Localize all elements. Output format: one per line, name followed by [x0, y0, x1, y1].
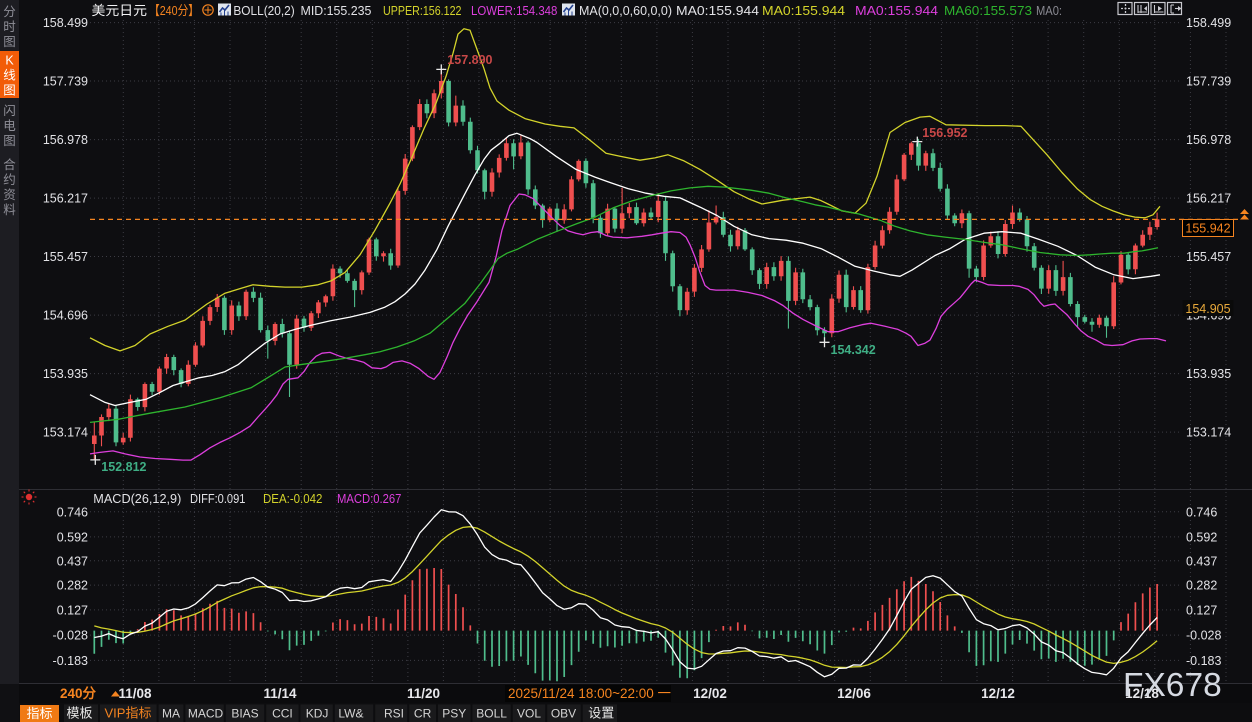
svg-text:0.127: 0.127 — [1186, 603, 1217, 617]
svg-text:155.457: 155.457 — [43, 250, 88, 264]
svg-text:闪: 闪 — [3, 104, 16, 118]
svg-text:240分: 240分 — [60, 686, 97, 701]
svg-text:0.746: 0.746 — [57, 505, 88, 519]
svg-text:MACD(26,12,9): MACD(26,12,9) — [93, 491, 181, 506]
svg-text:分: 分 — [3, 5, 16, 19]
svg-text:-0.028: -0.028 — [53, 629, 88, 643]
svg-text:157.739: 157.739 — [43, 75, 88, 89]
svg-text:0.592: 0.592 — [57, 530, 88, 544]
svg-text:KDJ: KDJ — [306, 707, 329, 721]
svg-text:设置: 设置 — [588, 706, 614, 721]
svg-text:154.905: 154.905 — [1185, 302, 1230, 316]
svg-text:【240分】: 【240分】 — [149, 3, 199, 18]
svg-text:CCI: CCI — [272, 707, 293, 721]
svg-text:11/08: 11/08 — [118, 686, 152, 701]
svg-text:K: K — [5, 54, 14, 68]
svg-text:指标: 指标 — [26, 706, 52, 721]
svg-text:12/12: 12/12 — [981, 686, 1015, 701]
svg-text:约: 约 — [3, 172, 16, 187]
svg-text:154.342: 154.342 — [831, 343, 876, 357]
svg-text:电: 电 — [3, 119, 16, 133]
svg-text:时: 时 — [3, 20, 16, 34]
svg-text:11/14: 11/14 — [263, 686, 297, 701]
svg-text:DIFF:0.091: DIFF:0.091 — [190, 491, 245, 506]
svg-text:156.978: 156.978 — [43, 133, 88, 147]
svg-text:11/20: 11/20 — [407, 686, 440, 701]
svg-text:-0.028: -0.028 — [1186, 629, 1221, 643]
svg-text:0.437: 0.437 — [57, 554, 88, 568]
svg-text:0.127: 0.127 — [57, 603, 88, 617]
svg-text:BIAS: BIAS — [231, 707, 258, 721]
svg-text:156.217: 156.217 — [1186, 192, 1231, 206]
svg-text:OBV: OBV — [551, 707, 576, 721]
svg-text:UPPER:156.122: UPPER:156.122 — [383, 3, 462, 18]
svg-text:BOLL: BOLL — [476, 707, 507, 721]
svg-text:MACD:0.267: MACD:0.267 — [337, 491, 401, 506]
svg-text:模板: 模板 — [66, 706, 92, 721]
svg-text:MA: MA — [162, 707, 180, 721]
svg-text:158.499: 158.499 — [1186, 16, 1231, 30]
svg-text:LOWER:154.348: LOWER:154.348 — [471, 3, 557, 18]
svg-text:图: 图 — [3, 35, 16, 49]
svg-text:152.812: 152.812 — [101, 460, 146, 474]
svg-text:MA0:: MA0: — [1036, 3, 1062, 18]
svg-text:美元日元: 美元日元 — [92, 3, 148, 18]
svg-text:2025/11/24 18:00~22:00 一: 2025/11/24 18:00~22:00 一 — [508, 686, 671, 701]
svg-text:153.935: 153.935 — [1186, 367, 1231, 381]
svg-text:158.499: 158.499 — [43, 16, 88, 30]
svg-text:LW&: LW& — [338, 707, 363, 721]
svg-text:MA0:155.944: MA0:155.944 — [676, 3, 759, 18]
svg-text:155.457: 155.457 — [1186, 250, 1231, 264]
svg-text:0.282: 0.282 — [57, 579, 88, 593]
svg-text:156.217: 156.217 — [43, 192, 88, 206]
svg-text:153.174: 153.174 — [1186, 426, 1231, 440]
svg-text:0.282: 0.282 — [1186, 579, 1217, 593]
svg-text:RSI: RSI — [384, 707, 404, 721]
svg-text:-0.183: -0.183 — [53, 654, 88, 668]
svg-text:PSY: PSY — [442, 707, 466, 721]
svg-text:156.978: 156.978 — [1186, 133, 1231, 147]
svg-text:DEA:-0.042: DEA:-0.042 — [263, 491, 322, 506]
svg-text:0.746: 0.746 — [1186, 505, 1217, 519]
svg-text:MACD: MACD — [188, 707, 224, 721]
svg-text:MA(0,0,0,60,0,0): MA(0,0,0,60,0,0) — [579, 3, 672, 18]
svg-text:0.592: 0.592 — [1186, 530, 1217, 544]
svg-text:图: 图 — [3, 134, 16, 148]
svg-text:-0.183: -0.183 — [1186, 654, 1221, 668]
svg-text:155.942: 155.942 — [1185, 222, 1230, 236]
svg-text:FX678: FX678 — [1123, 667, 1222, 704]
svg-text:MA60:155.573: MA60:155.573 — [944, 3, 1032, 18]
svg-text:料: 料 — [3, 203, 16, 217]
svg-text:157.739: 157.739 — [1186, 75, 1231, 89]
svg-text:153.174: 153.174 — [43, 426, 88, 440]
svg-text:12/06: 12/06 — [837, 686, 871, 701]
svg-text:MID:155.235: MID:155.235 — [301, 3, 372, 18]
svg-text:MA0:155.944: MA0:155.944 — [855, 3, 938, 18]
svg-text:CR: CR — [414, 707, 432, 721]
svg-text:154.696: 154.696 — [43, 309, 88, 323]
svg-text:图: 图 — [3, 84, 16, 98]
svg-text:资: 资 — [3, 188, 16, 202]
svg-text:合: 合 — [3, 157, 16, 172]
svg-text:VIP指标: VIP指标 — [105, 706, 152, 721]
svg-text:12/02: 12/02 — [693, 686, 727, 701]
svg-text:156.952: 156.952 — [922, 126, 967, 140]
svg-text:0.437: 0.437 — [1186, 554, 1217, 568]
svg-text:线: 线 — [3, 69, 16, 83]
svg-text:153.935: 153.935 — [43, 367, 88, 381]
svg-text:VOL: VOL — [517, 707, 541, 721]
svg-text:MA0:155.944: MA0:155.944 — [762, 3, 845, 18]
svg-text:157.890: 157.890 — [447, 53, 492, 67]
svg-text:BOLL(20,2): BOLL(20,2) — [233, 3, 294, 18]
